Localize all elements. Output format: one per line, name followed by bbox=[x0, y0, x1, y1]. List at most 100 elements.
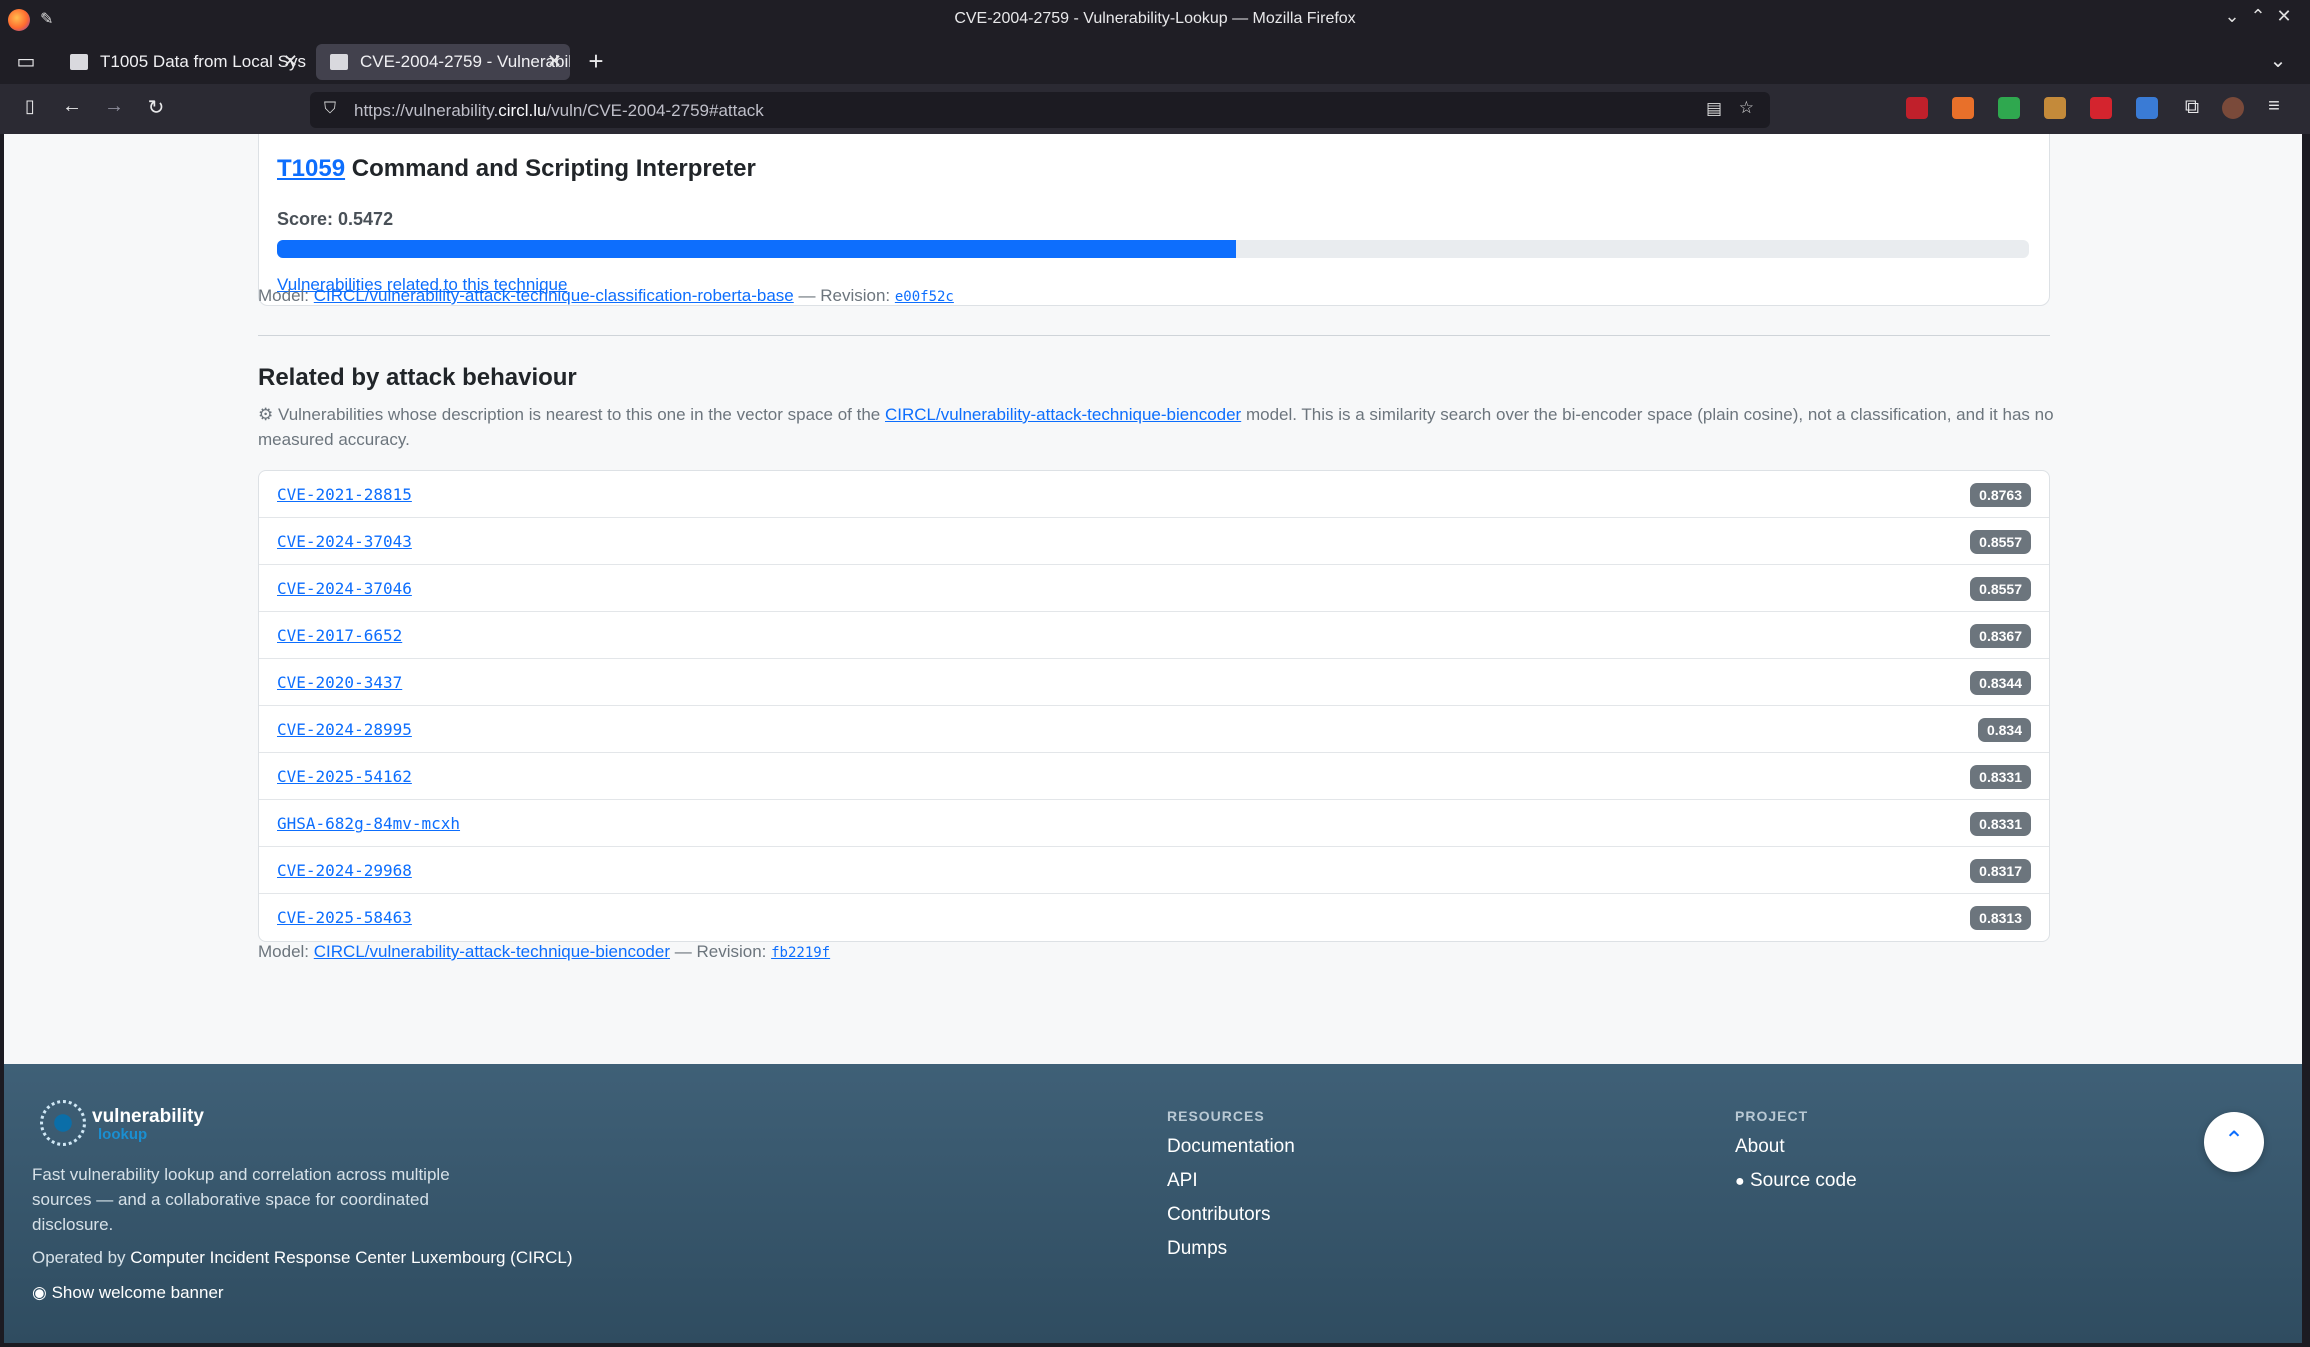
vulnerability-lookup-logo-icon[interactable] bbox=[40, 1100, 86, 1146]
vulnerability-link[interactable]: CVE-2024-37043 bbox=[277, 532, 412, 551]
footer-link-contributors[interactable]: Contributors bbox=[1167, 1204, 1271, 1226]
list-item: CVE-2024-37046 0.8557 bbox=[259, 565, 2049, 612]
list-item: GHSA-682g-84mv-mcxh 0.8331 bbox=[259, 800, 2049, 847]
tab-overview-icon[interactable]: ▭ bbox=[12, 49, 40, 74]
logo-text-secondary: lookup bbox=[98, 1126, 148, 1143]
revision-link[interactable]: fb2219f bbox=[771, 945, 830, 961]
vulnerability-link[interactable]: CVE-2017-6652 bbox=[277, 626, 402, 645]
vulnerability-link[interactable]: CVE-2025-54162 bbox=[277, 767, 412, 786]
technique-card: T1059 Command and Scripting Interpreter … bbox=[258, 134, 2050, 306]
tab-bar: ▭ T1005 Data from Local Syst ✕ CVE-2004-… bbox=[0, 40, 2310, 84]
close-tab-icon[interactable]: ✕ bbox=[283, 51, 298, 72]
extension-icon[interactable] bbox=[1952, 97, 1974, 119]
vulnerability-link[interactable]: CVE-2025-58463 bbox=[277, 908, 412, 927]
list-item: CVE-2020-3437 0.8344 bbox=[259, 659, 2049, 706]
revision-link[interactable]: e00f52c bbox=[895, 289, 954, 305]
similarity-badge: 0.8763 bbox=[1970, 483, 2031, 507]
resources-heading: RESOURCES bbox=[1167, 1108, 1265, 1124]
reload-icon[interactable]: ↻ bbox=[142, 95, 170, 120]
close-window-icon[interactable]: ✕ bbox=[2272, 6, 2296, 27]
back-icon[interactable]: ← bbox=[58, 95, 86, 118]
show-welcome-banner-button[interactable]: ◉ Show welcome banner bbox=[32, 1283, 224, 1303]
minimize-icon[interactable]: ⌄ bbox=[2220, 6, 2244, 27]
eye-icon: ◉ bbox=[32, 1283, 47, 1302]
project-heading: PROJECT bbox=[1735, 1108, 1809, 1124]
list-item: CVE-2025-54162 0.8331 bbox=[259, 753, 2049, 800]
technique-score: Score: 0.5472 bbox=[277, 209, 394, 229]
model-link[interactable]: CIRCL/vulnerability-attack-technique-cla… bbox=[314, 286, 794, 305]
technique-title: T1059 Command and Scripting Interpreter bbox=[277, 155, 756, 183]
extension-icon[interactable] bbox=[2044, 97, 2066, 119]
extensions-puzzle-icon[interactable]: ⧉ bbox=[2178, 96, 2206, 119]
model-prefix: Model: bbox=[258, 286, 310, 305]
extension-icon[interactable] bbox=[1998, 97, 2020, 119]
revision-prefix: — Revision: bbox=[674, 942, 767, 961]
vulnerability-link[interactable]: CVE-2021-28815 bbox=[277, 485, 412, 504]
list-tabs-icon[interactable]: ⌄ bbox=[2264, 48, 2292, 73]
site-footer: vulnerability lookup Fast vulnerability … bbox=[4, 1064, 2302, 1343]
close-tab-icon[interactable]: ✕ bbox=[547, 51, 562, 72]
similarity-badge: 0.8557 bbox=[1970, 530, 2031, 554]
similarity-badge: 0.8317 bbox=[1970, 859, 2031, 883]
biencoder-model-link[interactable]: CIRCL/vulnerability-attack-technique-bie… bbox=[885, 405, 1241, 424]
url-path: /vuln/CVE-2004-2759#attack bbox=[546, 101, 764, 120]
tab-cve-2004-2759[interactable]: CVE-2004-2759 - Vulnerabil ✕ bbox=[316, 44, 570, 80]
list-item: CVE-2024-28995 0.834 bbox=[259, 706, 2049, 753]
vulnerability-link[interactable]: CVE-2020-3437 bbox=[277, 673, 402, 692]
bookmark-star-icon[interactable]: ☆ bbox=[1739, 98, 1754, 118]
similarity-badge: 0.8331 bbox=[1970, 812, 2031, 836]
extension-icon[interactable] bbox=[2090, 97, 2112, 119]
maximize-icon[interactable]: ⌃ bbox=[2246, 6, 2270, 27]
tab-label: CVE-2004-2759 - Vulnerabil bbox=[360, 52, 570, 71]
technique-id-link[interactable]: T1059 bbox=[277, 155, 345, 182]
score-progress-bar bbox=[277, 240, 2029, 258]
extension-icon[interactable] bbox=[2136, 97, 2158, 119]
vulnerability-link[interactable]: CVE-2024-28995 bbox=[277, 720, 412, 739]
footer-link-source-code[interactable]: ● Source code bbox=[1735, 1170, 1857, 1192]
model-link[interactable]: CIRCL/vulnerability-attack-technique-bie… bbox=[314, 942, 670, 961]
list-item: CVE-2021-28815 0.8763 bbox=[259, 471, 2049, 518]
vulnerability-link[interactable]: CVE-2024-29968 bbox=[277, 861, 412, 880]
technique-name: Command and Scripting Interpreter bbox=[351, 155, 756, 182]
sidebar-icon[interactable]: ▯ bbox=[16, 96, 44, 117]
footer-link-dumps[interactable]: Dumps bbox=[1167, 1238, 1227, 1260]
list-item: CVE-2024-29968 0.8317 bbox=[259, 847, 2049, 894]
similarity-badge: 0.834 bbox=[1977, 718, 2031, 742]
similarity-badge: 0.8313 bbox=[1970, 906, 2031, 930]
similarity-badge: 0.8367 bbox=[1970, 624, 2031, 648]
forward-icon[interactable]: → bbox=[100, 95, 128, 118]
robot-icon: ⚙ bbox=[258, 405, 274, 424]
footer-operated-by: Operated by Computer Incident Response C… bbox=[32, 1248, 573, 1268]
operator-link[interactable]: Computer Incident Response Center Luxemb… bbox=[130, 1248, 572, 1267]
navigation-bar: ▯ ← → ↻ ⛉ https://vulnerability.circl.lu… bbox=[0, 84, 2310, 134]
list-item: CVE-2025-58463 0.8313 bbox=[259, 894, 2049, 941]
related-model-line: Model: CIRCL/vulnerability-attack-techni… bbox=[258, 942, 830, 962]
footer-link-api[interactable]: API bbox=[1167, 1170, 1198, 1192]
url-prefix: https://vulnerability. bbox=[354, 101, 499, 120]
scroll-to-top-button[interactable]: ⌃ bbox=[2204, 1112, 2264, 1172]
tab-t1005[interactable]: T1005 Data from Local Syst ✕ bbox=[56, 44, 306, 80]
related-section-description: ⚙ Vulnerabilities whose description is n… bbox=[258, 402, 2058, 452]
url-bar[interactable]: ⛉ https://vulnerability.circl.lu/vuln/CV… bbox=[310, 92, 1770, 128]
footer-link-documentation[interactable]: Documentation bbox=[1167, 1136, 1295, 1158]
reader-view-icon[interactable]: ▤ bbox=[1706, 99, 1722, 119]
divider bbox=[258, 335, 2050, 336]
source-code-label: Source code bbox=[1749, 1170, 1857, 1191]
menu-icon[interactable]: ≡ bbox=[2260, 95, 2288, 118]
vulnerability-link[interactable]: GHSA-682g-84mv-mcxh bbox=[277, 814, 460, 833]
similarity-badge: 0.8344 bbox=[1970, 671, 2031, 695]
footer-description: Fast vulnerability lookup and correlatio… bbox=[32, 1165, 450, 1234]
ublock-icon[interactable] bbox=[1906, 97, 1928, 119]
page-viewport: T1059 Command and Scripting Interpreter … bbox=[4, 134, 2302, 1343]
footer-link-about[interactable]: About bbox=[1735, 1136, 1785, 1158]
vulnerability-link[interactable]: CVE-2024-37046 bbox=[277, 579, 412, 598]
tab-label: T1005 Data from Local Syst bbox=[100, 52, 306, 71]
favicon-icon bbox=[330, 54, 348, 70]
url-host: circl.lu bbox=[498, 101, 547, 120]
chevron-up-icon: ⌃ bbox=[2223, 1127, 2245, 1154]
logo-text-primary: vulnerability bbox=[92, 1106, 204, 1127]
account-avatar-icon[interactable] bbox=[2222, 97, 2244, 119]
shield-icon[interactable]: ⛉ bbox=[324, 100, 336, 118]
new-tab-icon[interactable]: + bbox=[582, 46, 610, 77]
score-progress-fill bbox=[277, 240, 1236, 258]
